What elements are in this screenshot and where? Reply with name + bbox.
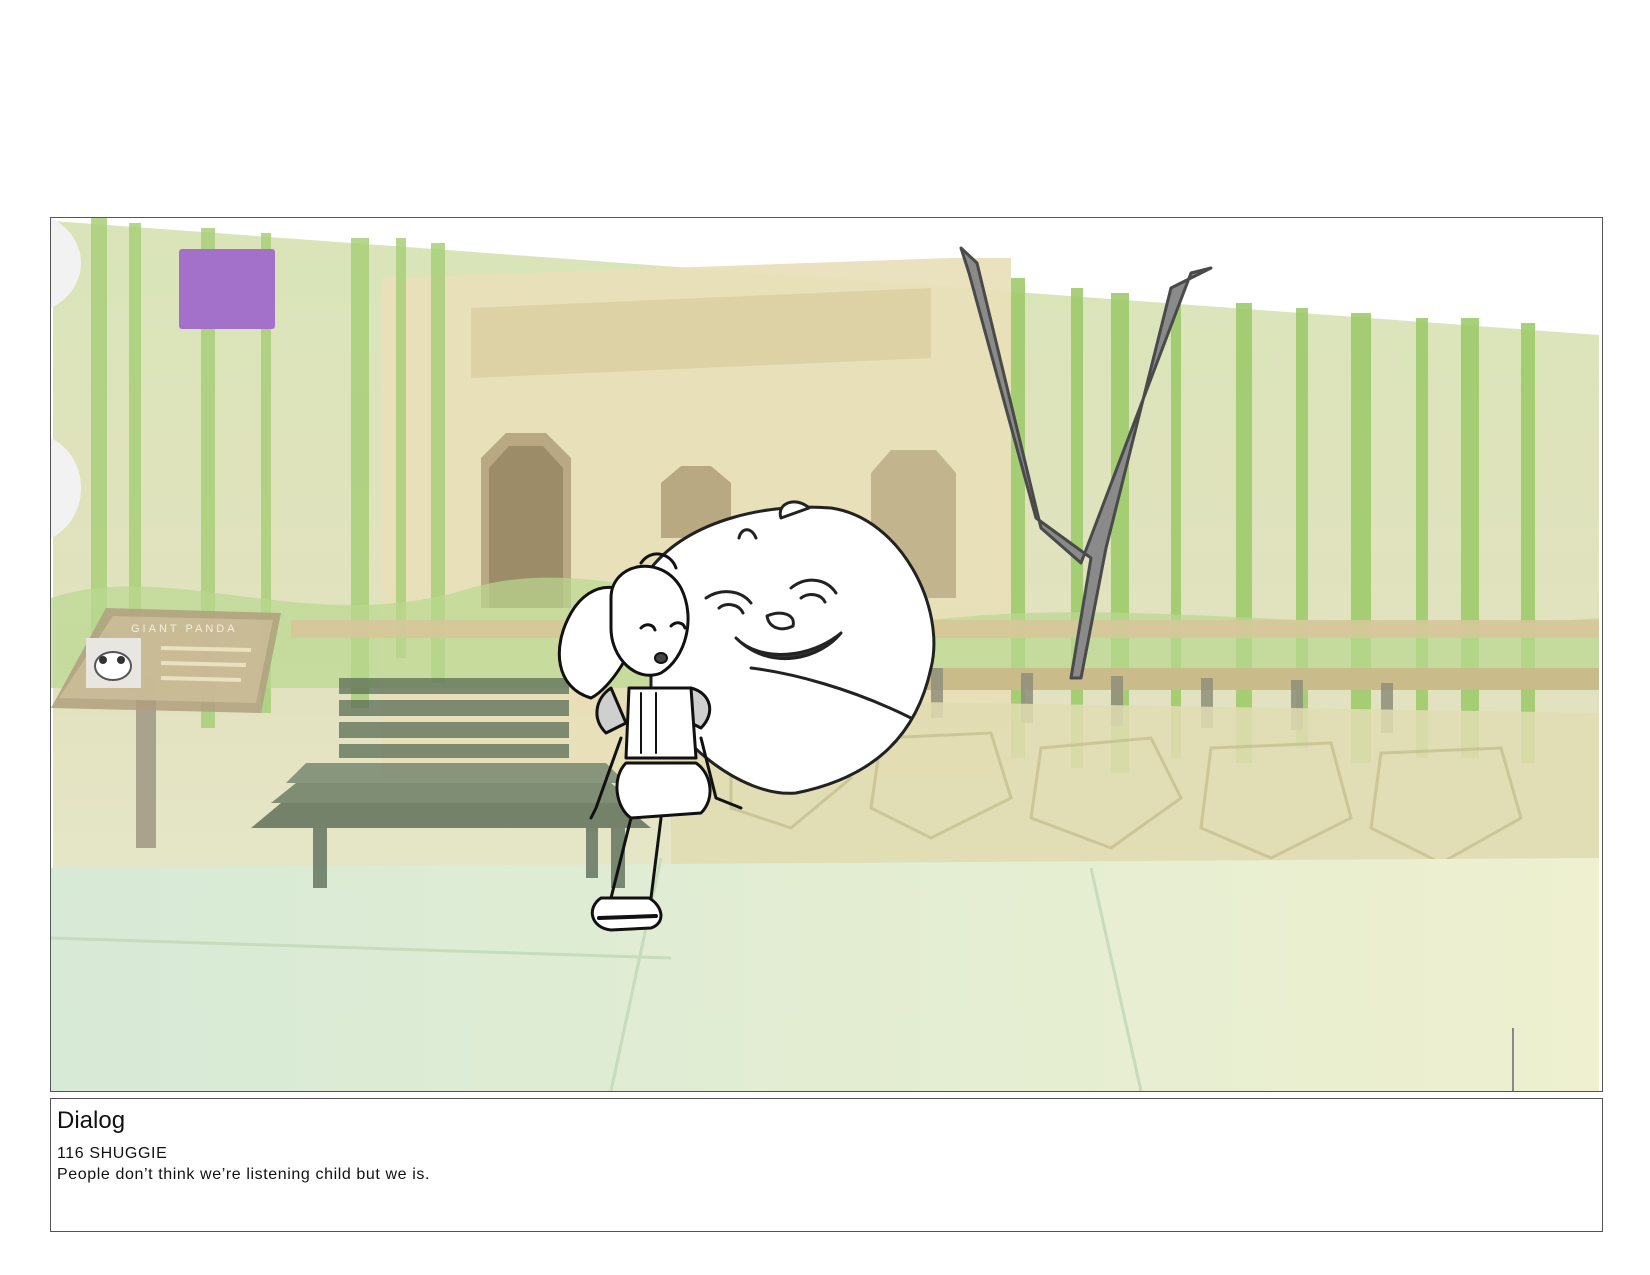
dialog-heading: Dialog <box>57 1107 126 1134</box>
dialog-box: Dialog 116 SHUGGIE People don’t think we… <box>50 1098 1603 1232</box>
storyboard-panel: GIANT PANDA <box>50 217 1603 1092</box>
color-marker <box>179 249 275 329</box>
dialog-speaker-line: 116 SHUGGIE <box>57 1145 168 1162</box>
sign-title: GIANT PANDA <box>131 623 238 635</box>
dialog-line-text: People don’t think we’re listening child… <box>57 1166 431 1183</box>
panel-artwork: GIANT PANDA <box>51 218 1599 1091</box>
